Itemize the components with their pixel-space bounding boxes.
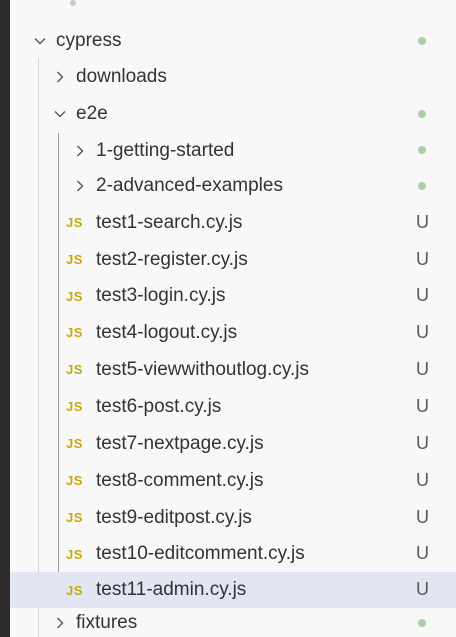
untracked-status: U [416,249,429,269]
folder-label: 2-advanced-examples [96,175,283,196]
javascript-file-icon: JS [66,215,83,230]
tree-file[interactable]: JS test4-logout.cy.js [10,314,456,351]
file-label: test5-viewwithoutlog.cy.js [96,358,309,380]
javascript-file-icon: JS [66,582,83,598]
untracked-status: U [416,212,429,232]
tree-file[interactable]: JS test3-login.cy.js [10,278,456,314]
untracked-status: U [416,285,429,305]
tree-file[interactable]: JS test7-nextpage.cy.js [10,425,456,462]
file-label: test1-search.cy.js [96,211,243,233]
file-label: test10-editcomment.cy.js [96,543,305,564]
modified-status-dot [418,110,426,118]
tree-file[interactable]: JS test2-register.cy.js [10,241,456,278]
modified-status-dot [418,37,426,45]
tree-file[interactable]: JS test9-editpost.cy.js [10,499,456,536]
javascript-file-icon: JS [66,436,83,451]
untracked-status: U [416,543,429,563]
folder-label: e2e [76,103,108,124]
chevron-down-icon [32,31,48,51]
chevron-right-icon [52,67,68,87]
file-label: test6-post.cy.js [96,395,222,417]
previous-item-fragment [10,0,456,22]
untracked-status: U [416,433,429,453]
chevron-right-icon [72,141,88,161]
tree-file[interactable]: JS test1-search.cy.js [10,204,456,241]
modified-status-dot [418,182,426,190]
file-label: test7-nextpage.cy.js [96,432,264,454]
tree-file[interactable]: JS test6-post.cy.js [10,388,456,425]
tree-file-selected[interactable]: JS test11-admin.cy.js [10,572,456,608]
tree-folder-cypress[interactable]: cypress [10,24,456,58]
tree-folder-e2e[interactable]: e2e [10,95,456,133]
untracked-status: U [416,507,429,527]
folder-label: downloads [76,65,167,87]
tree-file[interactable]: JS test8-comment.cy.js [10,462,456,499]
modified-status-dot [418,146,426,154]
file-label: test8-comment.cy.js [96,469,264,491]
chevron-right-icon [52,613,68,633]
folder-label: cypress [56,30,122,51]
chevron-right-icon [72,176,88,196]
untracked-status: U [416,579,429,599]
javascript-file-icon: JS [66,546,83,562]
tree-file[interactable]: JS test5-viewwithoutlog.cy.js [10,351,456,388]
activity-bar-edge [0,0,10,637]
file-label: test11-admin.cy.js [96,579,247,600]
file-label: test4-logout.cy.js [96,321,238,343]
chevron-down-icon [52,104,68,124]
untracked-status: U [416,470,429,490]
modified-status-dot [418,619,426,627]
tree-folder-fixtures[interactable]: fixtures [10,608,456,637]
scroll-fragment-icon [70,0,76,6]
untracked-status: U [416,359,429,379]
javascript-file-icon: JS [66,510,83,525]
file-explorer: cypress downloads e2e 1-getting-started … [0,0,456,637]
javascript-file-icon: JS [66,362,83,377]
file-label: test9-editpost.cy.js [96,506,252,528]
javascript-file-icon: JS [66,473,83,488]
javascript-file-icon: JS [66,325,83,340]
tree-folder-advanced-examples[interactable]: 2-advanced-examples [10,168,456,204]
untracked-status: U [416,322,429,342]
file-label: test2-register.cy.js [96,248,248,270]
javascript-file-icon: JS [66,288,83,304]
folder-label: 1-getting-started [96,139,235,161]
tree-folder-getting-started[interactable]: 1-getting-started [10,133,456,168]
folder-label: fixtures [76,611,138,633]
javascript-file-icon: JS [66,252,83,267]
javascript-file-icon: JS [66,399,83,414]
tree-folder-downloads[interactable]: downloads [10,58,456,95]
file-label: test3-login.cy.js [96,285,226,306]
untracked-status: U [416,396,429,416]
tree-file[interactable]: JS test10-editcomment.cy.js [10,536,456,572]
